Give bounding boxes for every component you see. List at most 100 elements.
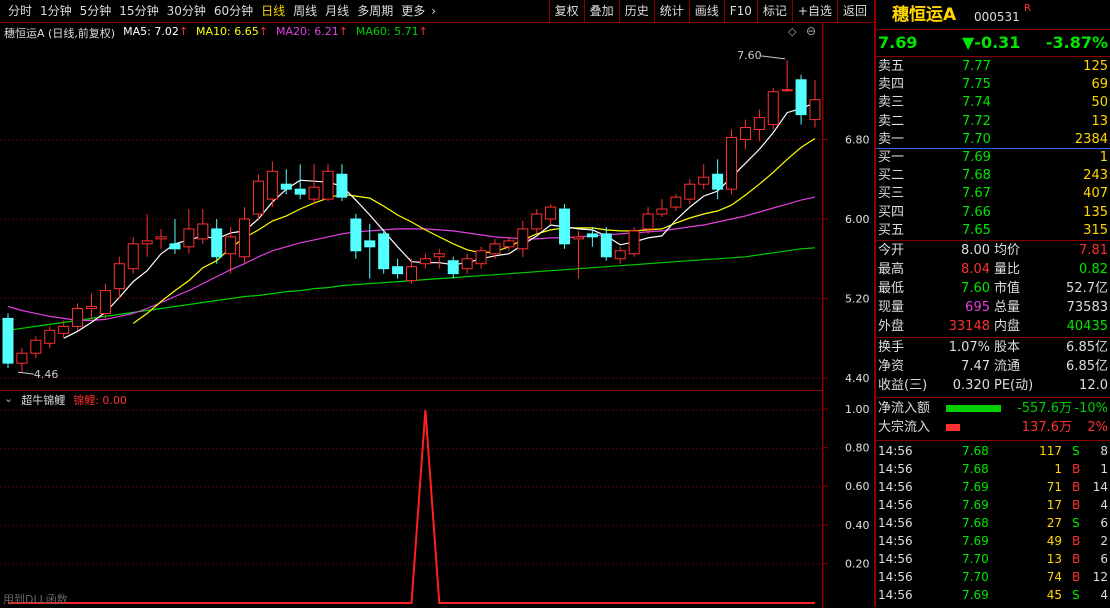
toolbar-button-0[interactable]: 复权 (548, 0, 584, 22)
tick-row[interactable]: 14:56 7.69 71 B 14 (876, 478, 1110, 496)
candle-28 (392, 258, 404, 279)
tick-price: 7.69 (962, 480, 989, 494)
candle-33 (461, 253, 473, 274)
ask-row-3[interactable]: 卖三 7.74 50 (876, 94, 1110, 112)
kline-chart-panel[interactable]: 穗恒运A (日线,前复权) MA5: 7.02↑ MA10: 6.65↑ MA2… (0, 23, 823, 390)
candle-9 (127, 236, 139, 274)
toolbar-button-8[interactable]: 返回 (836, 0, 872, 22)
bid-row-2[interactable]: 买二 7.68 243 (876, 167, 1110, 185)
toolbar-button-2[interactable]: 历史 (618, 0, 654, 22)
candle-body (419, 258, 431, 265)
bid-price: 7.68 (962, 168, 991, 184)
bid-label: 买二 (878, 168, 905, 184)
period-tab-10[interactable]: 更多 (397, 0, 429, 22)
indicator-axis: 1.00 0.80 0.60 0.40 0.20 (823, 390, 870, 607)
bid-row-3[interactable]: 买三 7.67 407 (876, 185, 1110, 203)
period-tab-3[interactable]: 15分钟 (115, 0, 162, 22)
period-tab-5[interactable]: 60分钟 (210, 0, 257, 22)
more-chevron-icon[interactable]: › (429, 0, 438, 22)
bid-price: 7.65 (962, 222, 991, 238)
candle-32 (447, 256, 459, 279)
candle-body (336, 173, 348, 198)
period-tab-7[interactable]: 周线 (289, 0, 321, 22)
candle-body (239, 218, 251, 258)
toolbar-button-7[interactable]: +自选 (791, 0, 837, 22)
tick-volume: 49 (1046, 534, 1062, 548)
tick-count: 4 (1100, 588, 1108, 602)
candle-body (642, 213, 654, 230)
candle-25 (350, 214, 362, 259)
indicator-tick-3: 0.40 (845, 519, 870, 532)
bid-row-5[interactable]: 买五 7.65 315 (876, 222, 1110, 240)
candle-body (795, 79, 807, 116)
tick-row[interactable]: 14:56 7.69 45 S 4 (876, 586, 1110, 604)
ask-row-5[interactable]: 卖一 7.70 2384 (876, 131, 1110, 149)
ma10-line (132, 137, 816, 324)
candle-body (127, 243, 139, 270)
bid-volume: 407 (1083, 186, 1108, 202)
stat-value: 8.04 (961, 262, 990, 277)
fund-row-0: 换手 1.07% 股本 6.85亿 (876, 339, 1110, 357)
tick-row[interactable]: 14:56 7.69 49 B 2 (876, 532, 1110, 550)
period-tab-0[interactable]: 分时 (4, 0, 36, 22)
toolbar-button-4[interactable]: 画线 (688, 0, 724, 22)
fund-label: PE(动) (994, 378, 1034, 393)
candle-49 (684, 179, 696, 205)
fund-label: 股本 (994, 340, 1021, 355)
candle-2 (30, 336, 42, 359)
candle-1 (16, 348, 28, 373)
indicator-tick-2: 0.60 (845, 480, 870, 493)
r-mark: R (1024, 3, 1031, 14)
toolbar-button-6[interactable]: 标记 (756, 0, 792, 22)
period-tab-6[interactable]: 日线 (257, 0, 289, 22)
tick-row[interactable]: 14:56 7.70 74 B 12 (876, 568, 1110, 586)
tick-row[interactable]: 14:56 7.68 27 S 6 (876, 514, 1110, 532)
candle-body (113, 263, 125, 290)
fund-value: 12.0 (1079, 378, 1108, 393)
flow-pct: 2% (1087, 420, 1108, 435)
toolbar-button-1[interactable]: 叠加 (583, 0, 619, 22)
tick-row[interactable]: 14:56 7.68 1 B 1 (876, 460, 1110, 478)
ask-label: 卖一 (878, 131, 905, 147)
candle-54 (753, 109, 765, 142)
toolbar-button-3[interactable]: 统计 (653, 0, 689, 22)
candle-26 (364, 223, 376, 279)
candle-body (545, 206, 557, 220)
candle-53 (739, 119, 751, 150)
tick-count: 6 (1100, 516, 1108, 530)
tick-price: 7.69 (962, 498, 989, 512)
candle-body (72, 307, 84, 327)
bid-row-1[interactable]: 买一 7.69 1 (876, 149, 1110, 167)
tick-side: S (1072, 588, 1080, 602)
candle-body (767, 91, 779, 126)
candle-22 (308, 164, 320, 205)
tick-row[interactable]: 14:56 7.69 17 B 4 (876, 496, 1110, 514)
period-tab-2[interactable]: 5分钟 (76, 0, 116, 22)
candle-51 (712, 159, 724, 200)
period-tabs: 分时 1分钟 5分钟 15分钟 30分钟 60分钟 日线 周线 月线 多周期 更多 › (4, 0, 438, 22)
period-tab-8[interactable]: 月线 (321, 0, 353, 22)
candle-40 (559, 204, 571, 249)
candle-body (753, 117, 765, 131)
tick-row[interactable]: 14:56 7.70 13 B 6 (876, 550, 1110, 568)
toolbar-button-5[interactable]: F10 (723, 0, 757, 22)
indicator-panel[interactable]: ⌄ 超牛锦鲤 锦鲤: 0.00 用到DLL函数 (0, 390, 823, 608)
candle-55 (767, 87, 779, 130)
ask-row-4[interactable]: 卖二 7.72 13 (876, 113, 1110, 131)
candle-5 (72, 303, 84, 331)
ask-row-2[interactable]: 卖四 7.75 69 (876, 76, 1110, 94)
candle-58 (809, 79, 821, 128)
tick-volume: 45 (1046, 588, 1062, 602)
tick-volume: 74 (1046, 570, 1062, 584)
stat-label: 量比 (994, 262, 1021, 277)
candle-body (211, 228, 223, 258)
ask-row-1[interactable]: 卖五 7.77 125 (876, 58, 1110, 76)
period-tab-4[interactable]: 30分钟 (163, 0, 210, 22)
period-tab-9[interactable]: 多周期 (353, 0, 397, 22)
candle-body (475, 250, 487, 265)
ask-volume: 69 (1091, 77, 1108, 93)
period-tab-1[interactable]: 1分钟 (36, 0, 76, 22)
tick-price: 7.69 (962, 588, 989, 602)
tick-row[interactable]: 14:56 7.68 117 S 8 (876, 442, 1110, 460)
bid-row-4[interactable]: 买四 7.66 135 (876, 204, 1110, 222)
